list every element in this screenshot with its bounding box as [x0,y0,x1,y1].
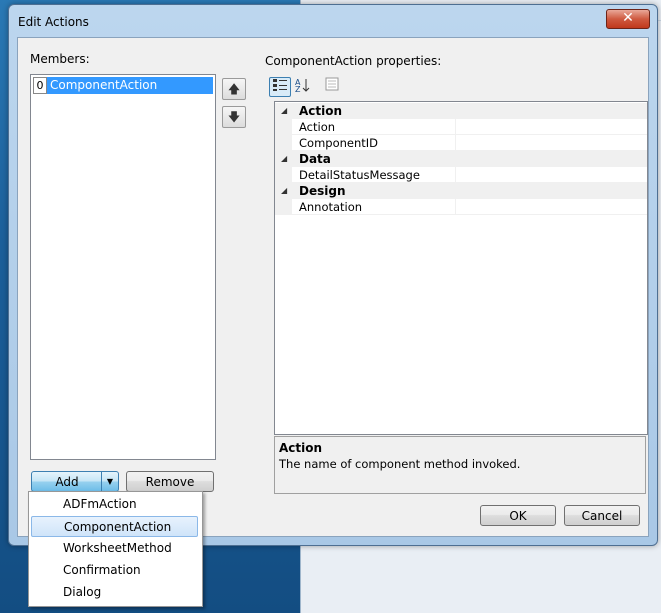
property-gutter [275,167,292,183]
category-row[interactable]: ◢ Data [275,151,647,167]
list-item[interactable]: 0 ComponentAction [32,77,214,94]
ok-button[interactable]: OK [480,505,556,526]
edit-actions-dialog: Edit Actions ✕ Members: 0 ComponentActio… [8,4,658,546]
property-gutter [275,199,292,215]
property-gutter [275,119,292,135]
property-pages-button[interactable] [321,77,343,97]
property-name: Action [299,120,336,134]
dialog-title: Edit Actions [18,15,89,29]
collapse-icon[interactable]: ◢ [281,151,287,167]
description-panel: Action The name of component method invo… [274,436,646,494]
svg-text:Z: Z [295,85,301,93]
remove-button[interactable]: Remove [126,471,214,492]
collapse-icon[interactable]: ◢ [281,103,287,119]
property-grid[interactable]: ◢ Action Action ComponentID ◢ Data Detai… [274,101,648,435]
category-name: Design [299,184,346,198]
title-bar[interactable]: Edit Actions ✕ [9,5,657,37]
menu-item-dialog[interactable]: Dialog [31,582,198,603]
arrow-down-icon: 🡇 [227,110,241,124]
members-label: Members: [30,52,90,66]
category-row[interactable]: ◢ Design [275,183,647,199]
arrow-up-icon: 🡅 [227,82,241,96]
collapse-icon[interactable]: ◢ [281,183,287,199]
property-gutter [275,135,292,151]
move-up-button[interactable]: 🡅 [222,78,246,100]
add-button[interactable]: Add ▼ [31,471,119,492]
category-name: Data [299,152,331,166]
menu-item-worksheetmethod[interactable]: WorksheetMethod [31,538,198,559]
add-dropdown-menu: ADFmAction ComponentAction WorksheetMeth… [28,491,203,607]
menu-item-adfmaction[interactable]: ADFmAction [31,494,198,515]
menu-item-confirmation[interactable]: Confirmation [31,560,198,581]
dialog-client-area: Members: 0 ComponentAction 🡅 🡇 Component… [17,37,649,537]
members-list[interactable]: 0 ComponentAction [30,74,216,460]
alphabetical-view-button[interactable]: A Z [291,77,313,97]
category-name: Action [299,104,343,118]
property-row[interactable]: ComponentID [275,135,647,151]
property-row[interactable]: Annotation [275,199,647,215]
move-down-button[interactable]: 🡇 [222,106,246,128]
category-row[interactable]: ◢ Action [275,103,647,119]
description-text: The name of component method invoked. [279,457,521,471]
cancel-button[interactable]: Cancel [564,505,640,526]
property-value[interactable] [455,135,648,150]
sort-az-icon: A Z [295,78,310,94]
description-title: Action [279,441,323,455]
properties-label: ComponentAction properties: [265,54,442,68]
categorized-view-button[interactable] [269,77,291,97]
list-item-label: ComponentAction [47,77,213,94]
property-pages-icon [325,77,339,91]
property-row[interactable]: DetailStatusMessage [275,167,647,183]
property-row[interactable]: Action [275,119,647,135]
property-name: Annotation [299,200,363,214]
close-button[interactable]: ✕ [606,9,650,29]
property-value[interactable] [455,199,648,214]
property-value[interactable] [455,119,648,134]
property-value[interactable] [455,167,648,182]
categorized-icon [273,79,287,91]
dropdown-arrow-icon[interactable]: ▼ [101,472,118,491]
list-item-index: 0 [33,77,47,94]
property-name: ComponentID [299,136,379,150]
property-name: DetailStatusMessage [299,168,420,182]
add-button-label: Add [55,475,79,489]
menu-item-componentaction[interactable]: ComponentAction [31,516,198,537]
